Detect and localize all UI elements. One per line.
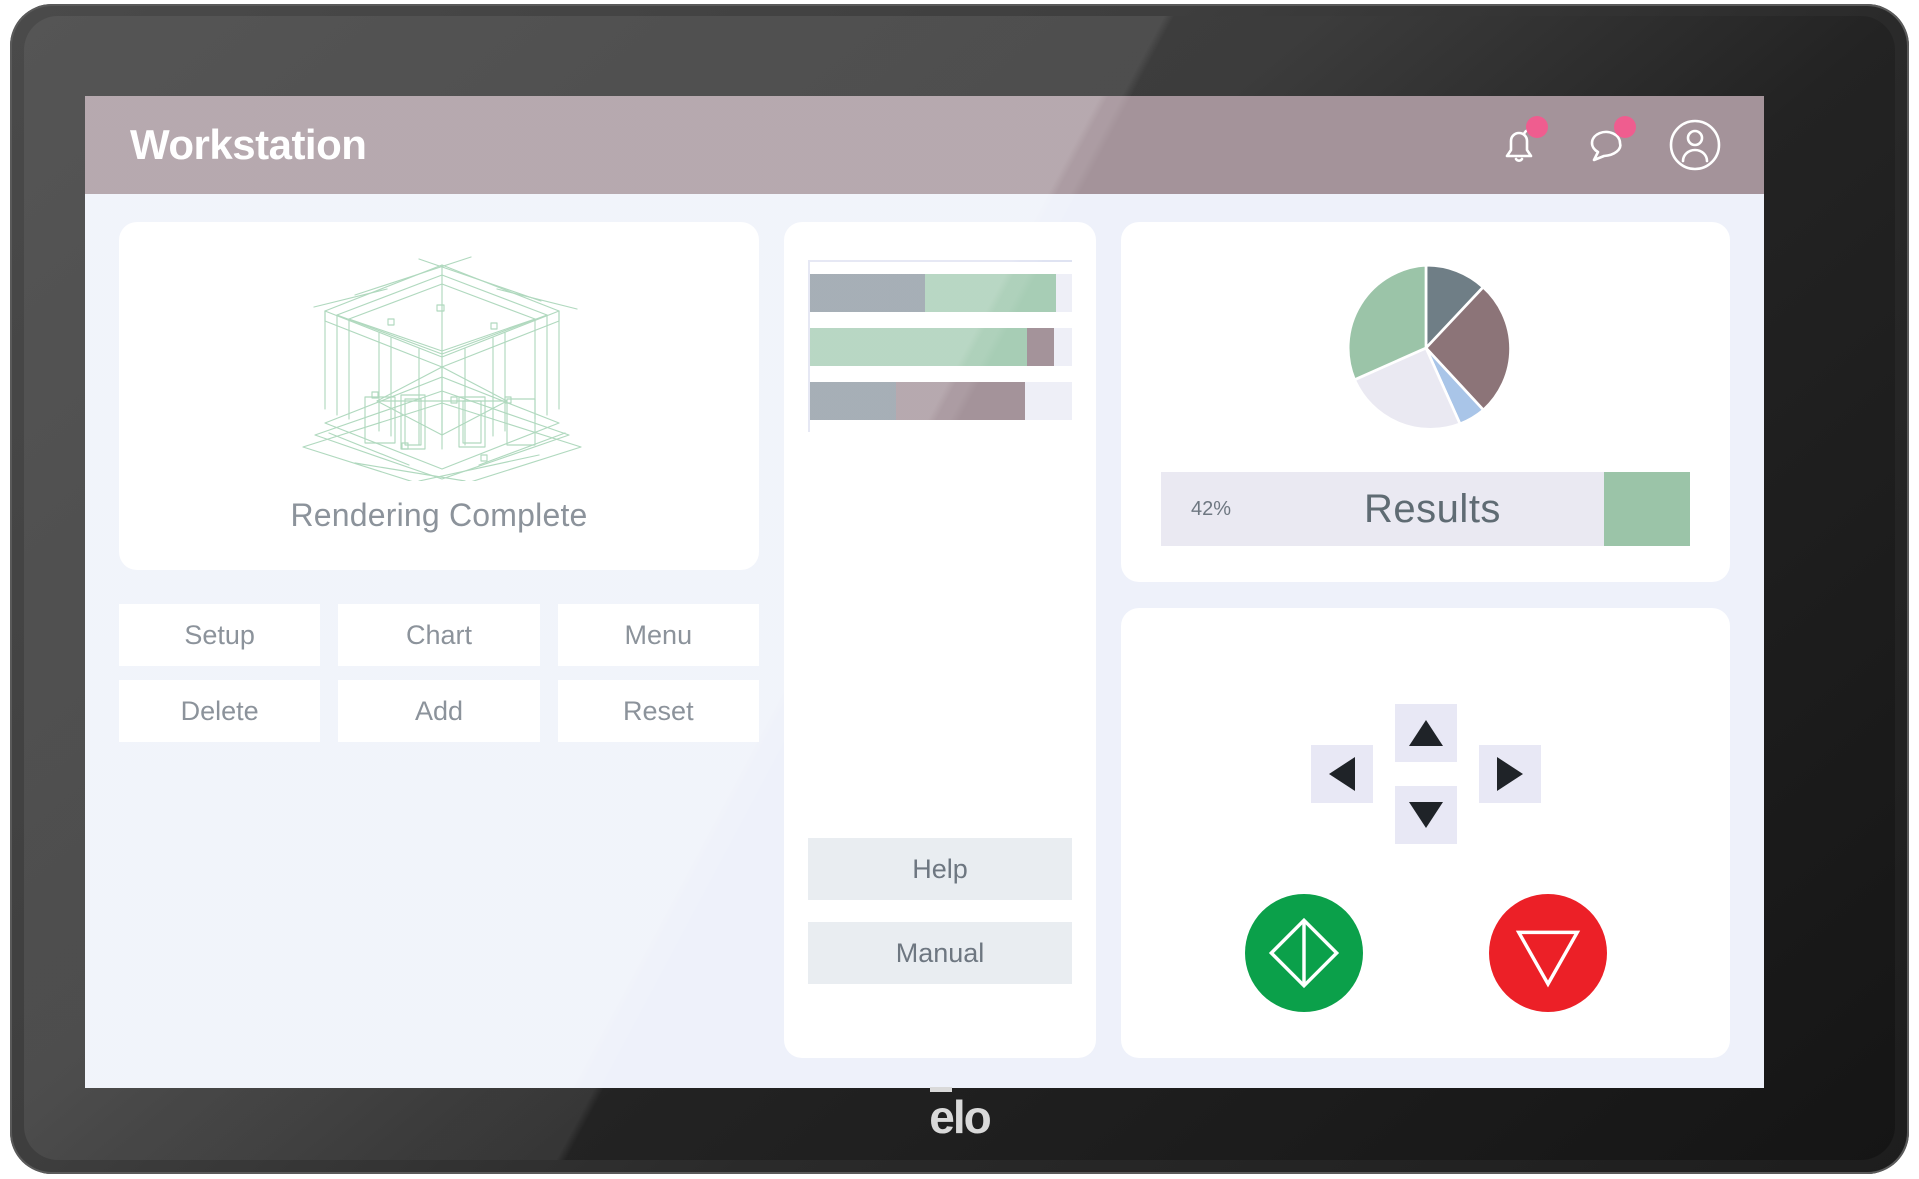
action-button-grid: Setup Chart Menu Delete Add Reset bbox=[119, 604, 759, 742]
arrow-down-icon bbox=[1408, 802, 1443, 828]
dpad-up-button[interactable] bbox=[1394, 704, 1457, 762]
elo-brand-logo: elo bbox=[10, 1087, 1909, 1144]
bar-row bbox=[810, 328, 1072, 366]
accept-button[interactable] bbox=[1244, 894, 1363, 1012]
header-icon-group bbox=[1492, 116, 1722, 172]
render-preview-card: Rendering Complete bbox=[119, 222, 759, 570]
bell-badge bbox=[1526, 116, 1548, 138]
delete-button[interactable]: Delete bbox=[119, 680, 321, 742]
pie-chart bbox=[1346, 263, 1512, 431]
bar-segment-mauve bbox=[896, 382, 1025, 420]
add-button[interactable]: Add bbox=[338, 680, 540, 742]
arrow-left-icon bbox=[1328, 757, 1355, 791]
bar-segment-green bbox=[925, 274, 1057, 312]
arrow-right-icon bbox=[1496, 757, 1523, 791]
render-status-text: Rendering Complete bbox=[290, 496, 588, 533]
user-avatar-icon[interactable] bbox=[1668, 118, 1722, 172]
chat-badge bbox=[1614, 116, 1636, 138]
bar-segment-green bbox=[810, 328, 1028, 366]
results-label: Results bbox=[1364, 486, 1501, 531]
reject-button[interactable] bbox=[1488, 894, 1607, 1012]
middle-column: Help Manual bbox=[784, 222, 1096, 1058]
bar-segment-gray bbox=[810, 382, 897, 420]
app-header: Workstation bbox=[85, 96, 1764, 194]
left-column: Rendering Complete Setup Chart Menu Dele… bbox=[119, 222, 759, 1058]
wireframe-model-icon bbox=[302, 255, 582, 481]
brand-text: elo bbox=[929, 1091, 991, 1143]
control-pad-card bbox=[1121, 608, 1730, 1058]
bar-row bbox=[810, 274, 1072, 312]
dpad-down-button[interactable] bbox=[1394, 786, 1457, 844]
results-percent-label: 42% bbox=[1190, 497, 1232, 520]
statistics-card: 42% Results bbox=[1121, 222, 1730, 582]
results-progress-bar[interactable]: 42% Results bbox=[1161, 472, 1690, 546]
stacked-bar-chart bbox=[808, 260, 1072, 432]
touchscreen-display: Workstation Rendering Complete Setup Cha… bbox=[85, 96, 1764, 1088]
bar-segment-gray bbox=[810, 274, 926, 312]
setup-button[interactable]: Setup bbox=[119, 604, 321, 666]
arrow-up-icon bbox=[1408, 720, 1443, 746]
reset-button[interactable]: Reset bbox=[557, 680, 759, 742]
chat-bubble-icon[interactable] bbox=[1580, 116, 1636, 172]
round-button-group bbox=[1121, 894, 1730, 1012]
metrics-card: Help Manual bbox=[784, 222, 1096, 1058]
macron-mark bbox=[930, 1087, 953, 1092]
manual-button[interactable]: Manual bbox=[808, 922, 1072, 984]
monitor-shell: Workstation Rendering Complete Setup Cha… bbox=[10, 4, 1909, 1174]
dpad-right-button[interactable] bbox=[1478, 745, 1541, 803]
help-button[interactable]: Help bbox=[808, 838, 1072, 900]
right-column: 42% Results bbox=[1121, 222, 1730, 1058]
diamond-outline-icon bbox=[1268, 917, 1339, 989]
notification-bell-icon[interactable] bbox=[1492, 116, 1548, 172]
mid-action-group: Help Manual bbox=[808, 838, 1072, 1028]
results-fill bbox=[1604, 472, 1690, 546]
dpad-left-button[interactable] bbox=[1310, 745, 1373, 803]
bar-segment-mauve bbox=[1027, 328, 1054, 366]
triangle-down-outline-icon bbox=[1515, 930, 1580, 988]
app-body: Rendering Complete Setup Chart Menu Dele… bbox=[85, 194, 1764, 1088]
directional-pad bbox=[1310, 704, 1541, 844]
chart-button[interactable]: Chart bbox=[338, 604, 540, 666]
menu-button[interactable]: Menu bbox=[557, 604, 759, 666]
bar-row bbox=[810, 382, 1072, 420]
page-title: Workstation bbox=[130, 121, 367, 168]
